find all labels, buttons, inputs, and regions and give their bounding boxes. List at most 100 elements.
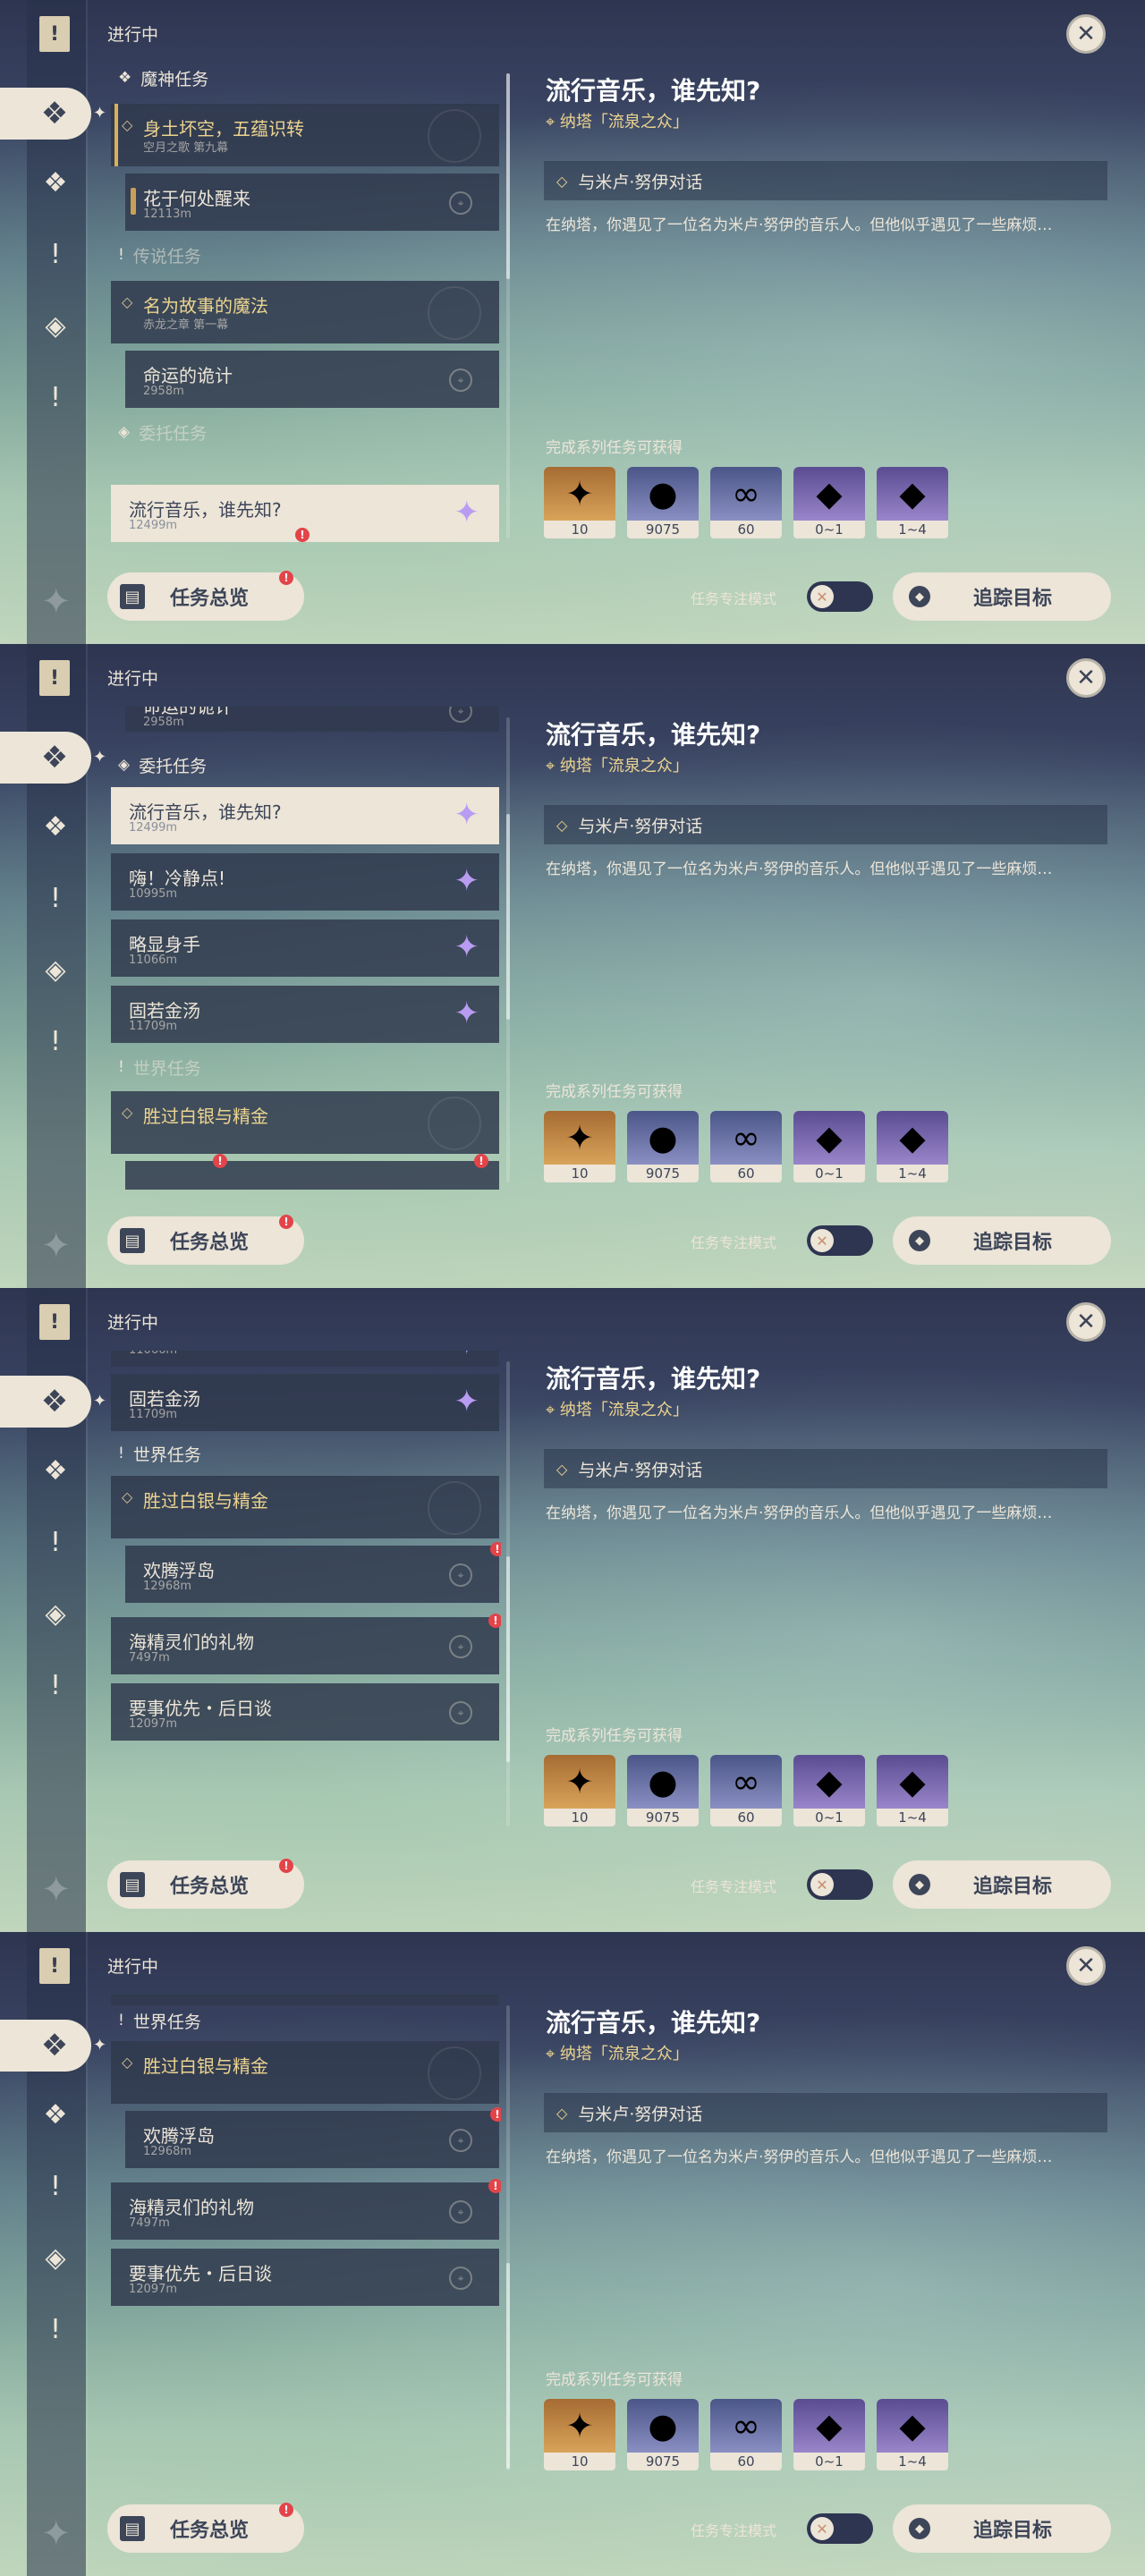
story-quest-icon[interactable]: ! [38,880,73,916]
quest-item[interactable]: 固若金汤 11709m ✦ [111,986,499,1043]
quest-flag-icon[interactable]: ! [39,660,70,696]
story-quest-icon[interactable]: ! [38,236,73,272]
reward-item[interactable]: ● 9075 [627,467,699,538]
quest-overview-button[interactable]: ▤ 任务总览 ! [107,1215,304,1265]
location-pin-icon[interactable]: ⌖ [449,1635,472,1658]
scrollbar-thumb[interactable] [506,2263,510,2469]
scrollbar-thumb[interactable] [506,1556,510,1762]
quest-item[interactable]: ! ! [125,1154,499,1190]
scrollbar-thumb[interactable] [506,814,510,1020]
reward-item[interactable]: ∞ 60 [710,1111,782,1182]
reward-item[interactable]: ◆ 1~4 [877,467,948,538]
reward-item[interactable]: ∞ 60 [710,467,782,538]
track-button[interactable]: ◆ 追踪目标 [893,1860,1111,1909]
world-quest-icon[interactable]: ! [38,379,73,415]
quest-overview-button[interactable]: ▤ 任务总览 ! [107,571,304,621]
reward-item[interactable]: ∞ 60 [710,2399,782,2470]
reward-item[interactable]: ✦ 10 [544,2399,615,2470]
quest-item[interactable]: ◇ 名为故事的魔法 赤龙之章 第一幕 [111,281,499,343]
quest-list[interactable]: 命运的诡计 2958m ⌖ ◈ 委托任务 流行音乐，谁先知? 12499m ✦ 嗨… [107,707,501,1190]
location-pin-icon[interactable]: ⌖ [449,2200,472,2224]
quest-item-selected[interactable]: 流行音乐，谁先知? 12499m ✦ ! [111,485,499,542]
quest-item[interactable] [111,1995,499,2005]
sidebar-item-all-quests[interactable]: ❖ [0,88,91,140]
quest-item[interactable]: 命运的诡计 2958m ⌖ [125,351,499,408]
quest-item[interactable]: ◇ 胜过白银与精金 [111,1091,499,1154]
quest-item[interactable]: 欢腾浮岛 12968m ⌖ ! [125,1542,501,1603]
quest-item[interactable]: 海精灵们的礼物 7497m ⌖ ! [111,1614,501,1674]
reward-item[interactable]: ● 9075 [627,1111,699,1182]
archon-quest-icon[interactable]: ❖ [38,2097,73,2132]
reward-item[interactable]: ∞ 60 [710,1755,782,1826]
story-quest-icon[interactable]: ! [38,1524,73,1560]
location-pin-icon[interactable]: ⌖ [449,2129,472,2152]
close-button[interactable]: ✕ [1066,14,1106,54]
quest-item[interactable]: 花于何处醒来 12113m ⌖ [125,174,499,231]
quest-overview-button[interactable]: ▤ 任务总览 ! [107,1859,304,1909]
quest-item-selected[interactable]: 流行音乐，谁先知? 12499m ✦ [111,787,499,844]
location-pin-icon[interactable]: ⌖ [449,1701,472,1724]
sidebar-item-all-quests[interactable]: ❖ [0,1376,91,1428]
commission-quest-icon[interactable]: ◈ [38,308,73,343]
commission-quest-icon[interactable]: ◈ [38,2240,73,2275]
location-pin-icon[interactable]: ⌖ [449,707,472,723]
reward-item[interactable]: ◆ 0~1 [793,1755,865,1826]
location-pin-icon[interactable]: ⌖ [449,369,472,392]
quest-item[interactable]: 固若金汤 11709m ✦ [111,1374,499,1431]
reward-item[interactable]: ✦ 10 [544,1755,615,1826]
world-quest-icon[interactable]: ! [38,1667,73,1703]
close-button[interactable]: ✕ [1066,1946,1106,1986]
quest-list[interactable]: ❖ 魔神任务 ◇ 身土坏空，五蕴识转 空月之歌 第九幕 花于何处醒来 12113m… [107,63,501,546]
quest-item[interactable]: ◇ 身土坏空，五蕴识转 空月之歌 第九幕 [111,104,499,166]
focus-mode-toggle[interactable]: ✕ [807,581,873,612]
reward-item[interactable]: ◆ 0~1 [793,467,865,538]
track-button[interactable]: ◆ 追踪目标 [893,2504,1111,2553]
reward-item[interactable]: ● 9075 [627,1755,699,1826]
focus-mode-toggle[interactable]: ✕ [807,1869,873,1900]
story-quest-icon[interactable]: ! [38,2168,73,2204]
quest-list[interactable]: 11066m ✦ 固若金汤 11709m ✦ ! 世界任务 ◇ 胜过白银与精金 欢… [107,1351,501,1834]
reward-item[interactable]: ✦ 10 [544,467,615,538]
quest-item[interactable]: 略显身手 11066m ✦ [111,919,499,977]
close-button[interactable]: ✕ [1066,658,1106,698]
quest-item[interactable]: ◇ 胜过白银与精金 [111,2041,499,2104]
quest-flag-icon[interactable]: ! [39,1304,70,1340]
commission-quest-icon[interactable]: ◈ [38,1596,73,1631]
quest-item[interactable]: 嗨！冷静点! 10995m ✦ [111,853,499,911]
reward-item[interactable]: ◆ 0~1 [793,2399,865,2470]
quest-overview-button[interactable]: ▤ 任务总览 ! [107,2503,304,2553]
quest-item[interactable]: 要事优先・后日谈 12097m ⌖ [111,1683,499,1741]
commission-quest-icon[interactable]: ◈ [38,952,73,987]
sidebar-item-all-quests[interactable]: ❖ [0,2020,91,2072]
scrollbar-thumb[interactable] [506,73,510,279]
world-quest-icon[interactable]: ! [38,1023,73,1059]
archon-quest-icon[interactable]: ❖ [38,165,73,200]
focus-mode-toggle[interactable]: ✕ [807,1225,873,1256]
focus-mode-toggle[interactable]: ✕ [807,2513,873,2544]
location-pin-icon[interactable]: ⌖ [449,191,472,215]
sidebar-item-all-quests[interactable]: ❖ [0,732,91,784]
quest-item[interactable]: 11066m ✦ [111,1351,499,1367]
location-pin-icon[interactable]: ⌖ [449,1563,472,1587]
quest-list[interactable]: ! 世界任务 ◇ 胜过白银与精金 欢腾浮岛 12968m ⌖ ! 海精灵们的礼物 … [107,1995,501,2478]
track-button[interactable]: ◆ 追踪目标 [893,1216,1111,1265]
archon-quest-icon[interactable]: ❖ [38,1453,73,1488]
reward-item[interactable]: ◆ 1~4 [877,1755,948,1826]
reward-item[interactable]: ◆ 1~4 [877,2399,948,2470]
reward-item[interactable]: ✦ 10 [544,1111,615,1182]
world-quest-icon[interactable]: ! [38,2311,73,2347]
reward-item[interactable]: ◆ 0~1 [793,1111,865,1182]
quest-item[interactable]: 要事优先・后日谈 12097m ⌖ [111,2249,499,2306]
quest-item[interactable]: 欢腾浮岛 12968m ⌖ ! [125,2107,501,2168]
quest-item[interactable]: 海精灵们的礼物 7497m ⌖ ! [111,2179,501,2240]
close-button[interactable]: ✕ [1066,1302,1106,1342]
location-pin-icon[interactable]: ⌖ [449,2267,472,2290]
quest-item[interactable]: ◇ 胜过白银与精金 [111,1476,499,1538]
quest-item[interactable]: 命运的诡计 2958m ⌖ [125,707,499,732]
quest-flag-icon[interactable]: ! [39,16,70,52]
archon-quest-icon[interactable]: ❖ [38,809,73,844]
quest-flag-icon[interactable]: ! [39,1948,70,1984]
reward-item[interactable]: ● 9075 [627,2399,699,2470]
reward-item[interactable]: ◆ 1~4 [877,1111,948,1182]
track-button[interactable]: ◆ 追踪目标 [893,572,1111,621]
